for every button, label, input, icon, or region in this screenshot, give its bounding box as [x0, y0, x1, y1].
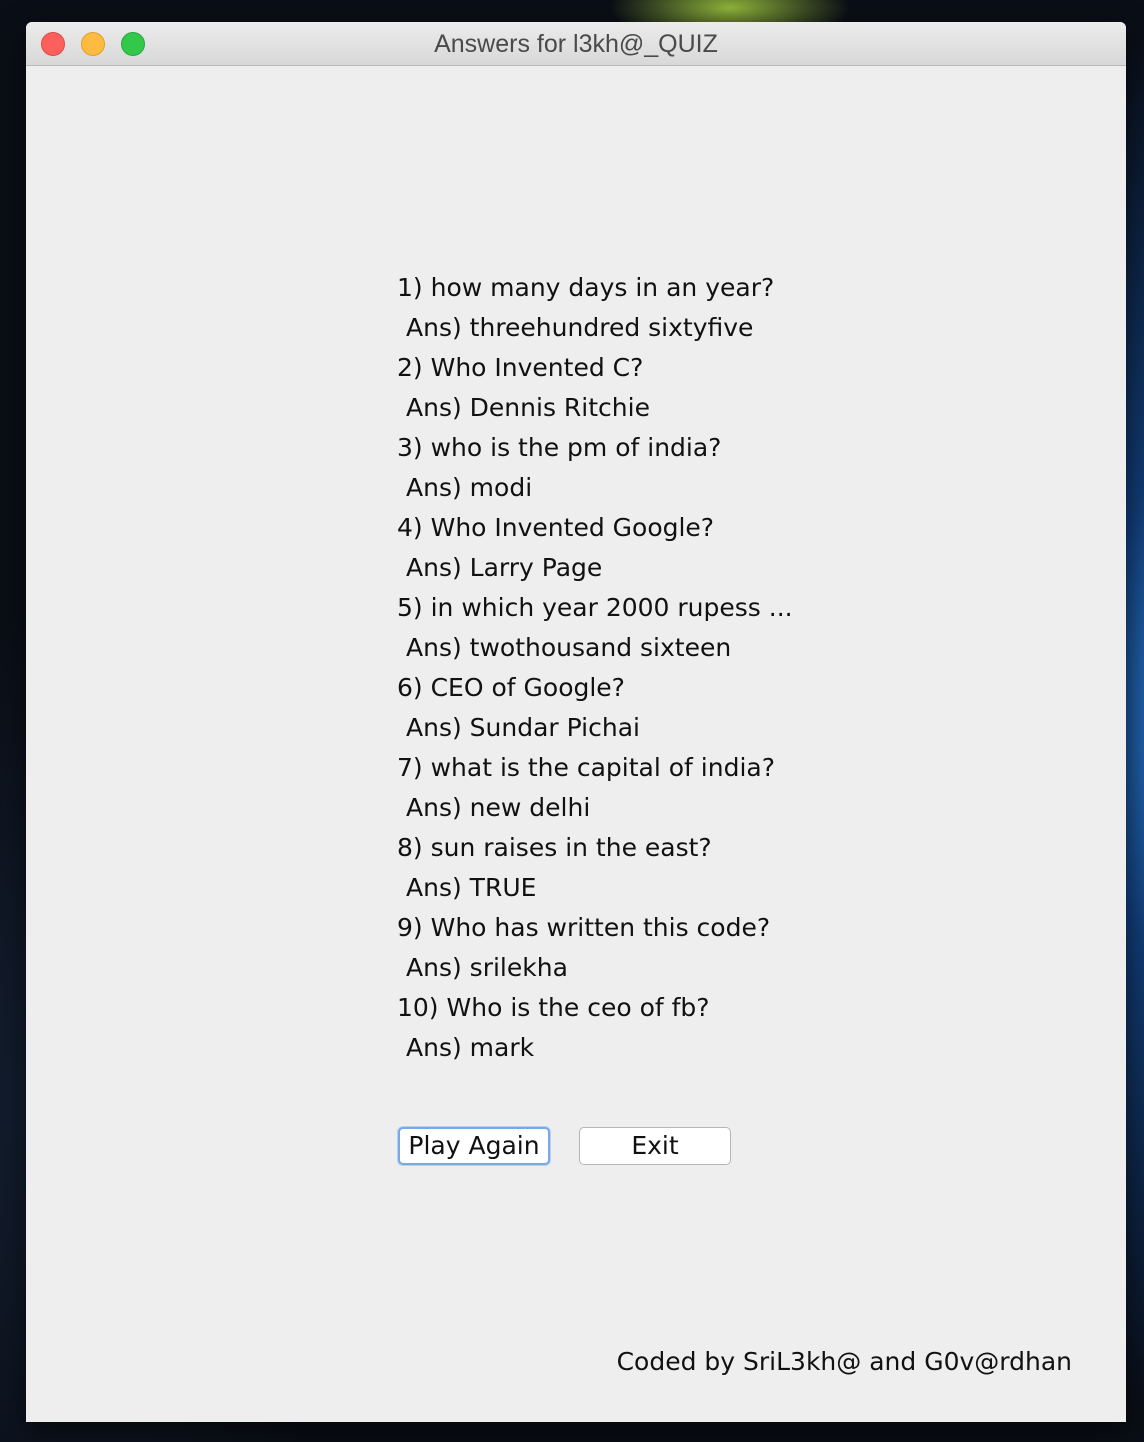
- answer-text: Ans) Sundar Pichai: [406, 713, 640, 742]
- play-again-button[interactable]: Play Again: [398, 1127, 550, 1165]
- exit-button[interactable]: Exit: [579, 1127, 731, 1165]
- answer-text: Ans) srilekha: [406, 953, 568, 982]
- window-title: Answers for l3kh@_QUIZ: [434, 30, 718, 58]
- answer-text: Ans) modi: [406, 473, 533, 502]
- answer-text: Ans) TRUE: [406, 873, 537, 902]
- title-bar[interactable]: Answers for l3kh@_QUIZ: [26, 22, 1126, 66]
- question-text: 4) Who Invented Google?: [397, 513, 715, 542]
- answer-text: Ans) Larry Page: [406, 553, 603, 582]
- answer-text: Ans) threehundred sixtyfive: [406, 313, 754, 342]
- answer-text: Ans) mark: [406, 1033, 535, 1062]
- question-text: 7) what is the capital of india?: [397, 753, 775, 782]
- question-text: 1) how many days in an year?: [397, 273, 775, 302]
- answers-list: 1) how many days in an year? Ans) threeh…: [397, 268, 793, 1068]
- answers-window: Answers for l3kh@_QUIZ 1) how many days …: [26, 22, 1126, 1422]
- answer-text: Ans) new delhi: [406, 793, 591, 822]
- question-text: 9) Who has written this code?: [397, 913, 771, 942]
- credits-text: Coded by SriL3kh@ and G0v@rdhan: [616, 1347, 1072, 1376]
- content-panel: 1) how many days in an year? Ans) threeh…: [26, 66, 1126, 1422]
- question-text: 6) CEO of Google?: [397, 673, 625, 702]
- question-text: 3) who is the pm of india?: [397, 433, 722, 462]
- question-text: 10) Who is the ceo of fb?: [397, 993, 710, 1022]
- answer-text: Ans) Dennis Ritchie: [406, 393, 650, 422]
- question-text: 8) sun raises in the east?: [397, 833, 712, 862]
- question-text: 2) Who Invented C?: [397, 353, 644, 382]
- answer-text: Ans) twothousand sixteen: [406, 633, 732, 662]
- question-text: 5) in which year 2000 rupess ...: [397, 593, 793, 622]
